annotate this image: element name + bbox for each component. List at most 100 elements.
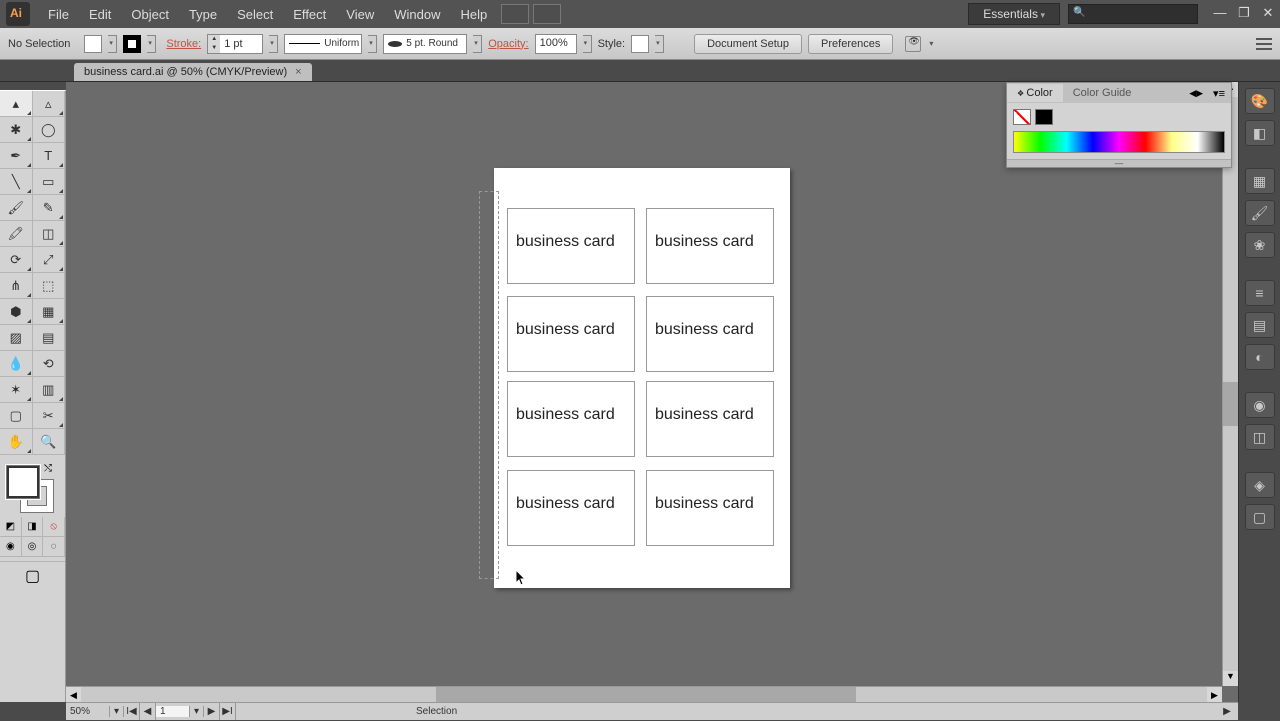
- color-spectrum[interactable]: [1013, 131, 1225, 153]
- menu-effect[interactable]: Effect: [283, 3, 336, 26]
- swap-fill-stroke-icon[interactable]: ⤭: [44, 463, 52, 474]
- color-panel-tab-color[interactable]: Color: [1007, 84, 1063, 102]
- color-mode-button[interactable]: ◩: [0, 517, 22, 537]
- fill-stroke-control[interactable]: ⤭: [0, 461, 65, 517]
- business-card[interactable]: business card: [646, 208, 774, 284]
- color-panel[interactable]: Color Color Guide ◀▶ ▾≡ ━━: [1006, 82, 1232, 168]
- color-none-swatch[interactable]: [1013, 109, 1031, 125]
- window-minimize-button[interactable]: —: [1208, 5, 1232, 23]
- graphic-style-dropdown[interactable]: [655, 35, 664, 53]
- menu-type[interactable]: Type: [179, 3, 227, 26]
- eraser-tool[interactable]: ◫: [33, 221, 66, 247]
- dock-artboards-icon[interactable]: ▢: [1245, 504, 1275, 530]
- stroke-style-dropdown[interactable]: Uniform: [284, 34, 362, 54]
- help-search-input[interactable]: [1068, 4, 1198, 24]
- draw-normal-button[interactable]: ◉: [0, 537, 22, 557]
- document-tab-close-icon[interactable]: ×: [295, 66, 301, 78]
- brush-profile-dd-arrow[interactable]: [473, 35, 482, 53]
- gradient-mode-button[interactable]: ◨: [22, 517, 44, 537]
- paintbrush-tool[interactable]: 🖌: [0, 195, 33, 221]
- panel-resize-grip[interactable]: ━━: [1007, 159, 1231, 167]
- zoom-tool[interactable]: 🔍: [33, 429, 66, 455]
- opacity-dropdown[interactable]: [583, 35, 592, 53]
- stroke-swatch-dropdown[interactable]: [147, 35, 156, 53]
- dock-symbols-icon[interactable]: ❀: [1245, 232, 1275, 258]
- slice-tool[interactable]: ✂: [33, 403, 66, 429]
- document-tab[interactable]: business card.ai @ 50% (CMYK/Preview) ×: [74, 63, 312, 81]
- scroll-down-arrow[interactable]: ▼: [1223, 671, 1238, 686]
- preview-mode-icon[interactable]: [905, 36, 921, 52]
- stroke-style-dd-arrow[interactable]: [368, 35, 377, 53]
- business-card[interactable]: business card: [507, 470, 635, 546]
- color-black-swatch[interactable]: [1035, 109, 1053, 125]
- stroke-weight-input[interactable]: ▲▼ 1 pt: [207, 34, 263, 54]
- draw-behind-button[interactable]: ◎: [22, 537, 44, 557]
- dock-appearance-icon[interactable]: ◉: [1245, 392, 1275, 418]
- fill-swatch[interactable]: [84, 35, 102, 53]
- hand-tool[interactable]: ✋: [0, 429, 33, 455]
- vertical-scroll-thumb[interactable]: [1223, 382, 1238, 426]
- menu-window[interactable]: Window: [384, 3, 450, 26]
- status-play-icon[interactable]: ▶: [1220, 706, 1234, 717]
- stroke-label[interactable]: Stroke:: [166, 38, 201, 50]
- magic-wand-tool[interactable]: ✱: [0, 117, 33, 143]
- color-panel-menu-icon[interactable]: ▾≡: [1207, 87, 1231, 100]
- menu-view[interactable]: View: [336, 3, 384, 26]
- artboard-next-button[interactable]: ▶: [204, 703, 220, 720]
- free-transform-tool[interactable]: ⬚: [33, 273, 66, 299]
- scroll-left-arrow[interactable]: ◀: [66, 687, 81, 702]
- horizontal-scrollbar[interactable]: ◀ ▶: [66, 686, 1222, 702]
- pen-tool[interactable]: ✒: [0, 143, 33, 169]
- menu-select[interactable]: Select: [227, 3, 283, 26]
- dock-graphic-styles-icon[interactable]: ◫: [1245, 424, 1275, 450]
- graphic-style-swatch[interactable]: [631, 35, 649, 53]
- fill-box[interactable]: [6, 465, 40, 499]
- lasso-tool[interactable]: ◯: [33, 117, 66, 143]
- preview-mode-dd[interactable]: ▾: [929, 39, 933, 48]
- dock-swatches-icon[interactable]: ▦: [1245, 168, 1275, 194]
- business-card[interactable]: business card: [507, 296, 635, 372]
- document-setup-button[interactable]: Document Setup: [694, 34, 802, 54]
- preferences-button[interactable]: Preferences: [808, 34, 893, 54]
- vertical-scrollbar[interactable]: ▲ ▼: [1222, 82, 1238, 686]
- dock-stroke-icon[interactable]: ≡: [1245, 280, 1275, 306]
- screen-mode-button[interactable]: ▢: [0, 561, 65, 589]
- dock-color-guide-icon[interactable]: ◧: [1245, 120, 1275, 146]
- business-card[interactable]: business card: [646, 381, 774, 457]
- mesh-tool[interactable]: ▨: [0, 325, 33, 351]
- control-bar-menu-icon[interactable]: [1256, 38, 1272, 50]
- color-panel-tab-guide[interactable]: Color Guide: [1063, 84, 1142, 102]
- horizontal-scroll-thumb[interactable]: [436, 687, 856, 702]
- canvas-area[interactable]: business cardbusiness cardbusiness cardb…: [66, 82, 1238, 702]
- artboard-first-button[interactable]: I◀: [124, 703, 140, 720]
- menu-edit[interactable]: Edit: [79, 3, 121, 26]
- dock-gradient-icon[interactable]: ▤: [1245, 312, 1275, 338]
- fill-swatch-dropdown[interactable]: [108, 35, 117, 53]
- line-tool[interactable]: ╲: [0, 169, 33, 195]
- rotate-tool[interactable]: ⟳: [0, 247, 33, 273]
- dock-transparency-icon[interactable]: ◐: [1245, 344, 1275, 370]
- stroke-weight-dropdown[interactable]: [269, 35, 278, 53]
- artboard-dropdown[interactable]: ▾: [190, 706, 204, 717]
- artboard-last-button[interactable]: ▶I: [220, 703, 236, 720]
- color-panel-collapse-icon[interactable]: ◀▶: [1185, 88, 1207, 99]
- business-card[interactable]: business card: [507, 381, 635, 457]
- gradient-tool[interactable]: ▤: [33, 325, 66, 351]
- width-tool[interactable]: ⋔: [0, 273, 33, 299]
- dock-brushes-icon[interactable]: 🖌: [1245, 200, 1275, 226]
- menu-file[interactable]: File: [38, 3, 79, 26]
- business-card[interactable]: business card: [507, 208, 635, 284]
- opacity-input[interactable]: 100%: [535, 34, 577, 54]
- dock-layers-icon[interactable]: ◈: [1245, 472, 1275, 498]
- none-mode-button[interactable]: ⦸: [43, 517, 65, 537]
- blend-tool[interactable]: ⟲: [33, 351, 66, 377]
- workspace-switcher[interactable]: Essentials: [968, 3, 1060, 25]
- type-tool[interactable]: T: [33, 143, 66, 169]
- column-graph-tool[interactable]: ▥: [33, 377, 66, 403]
- business-card[interactable]: business card: [646, 470, 774, 546]
- shape-builder-tool[interactable]: ⬢: [0, 299, 33, 325]
- rectangle-tool[interactable]: ▭: [33, 169, 66, 195]
- opacity-label[interactable]: Opacity:: [488, 38, 528, 50]
- menu-object[interactable]: Object: [121, 3, 179, 26]
- scale-tool[interactable]: ⤢: [33, 247, 66, 273]
